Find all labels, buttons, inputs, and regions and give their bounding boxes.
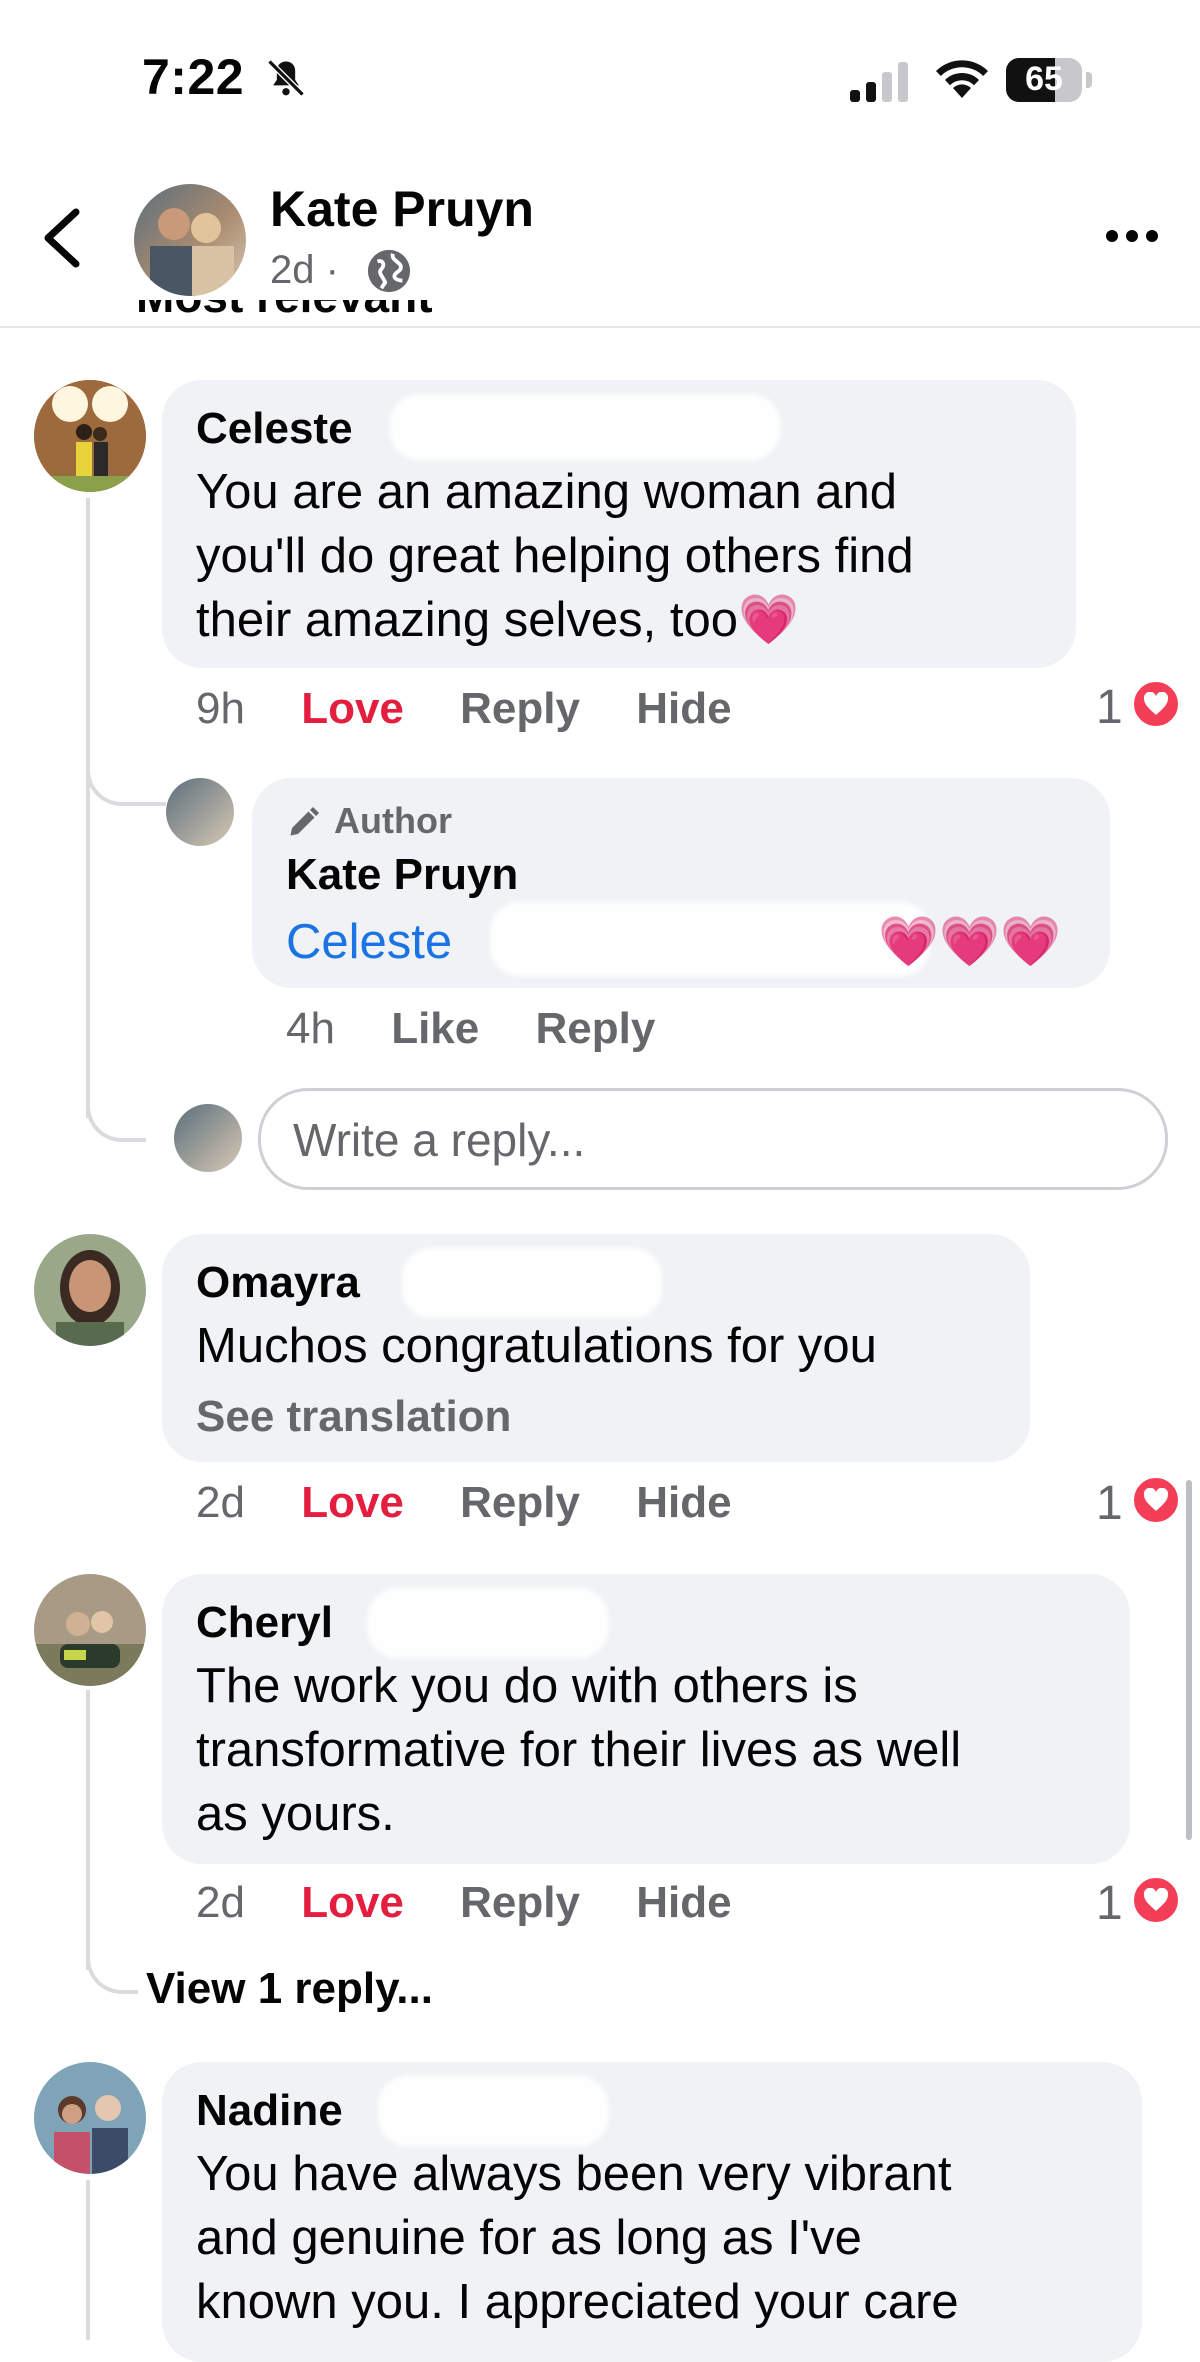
- comment-line: their amazing selves, too💗: [196, 593, 800, 647]
- reply-button[interactable]: Reply: [535, 1004, 655, 1053]
- reply-author-name[interactable]: Kate Pruyn: [286, 850, 518, 900]
- comment-line: You are an amazing woman and: [196, 465, 898, 519]
- commenter-avatar[interactable]: [34, 380, 146, 492]
- avatar-photo: [150, 208, 234, 296]
- love-button[interactable]: Love: [301, 1478, 404, 1527]
- commenter-avatar[interactable]: [34, 1574, 146, 1686]
- comment-actions: 2d Love Reply Hide: [196, 1878, 732, 1928]
- commenter-name[interactable]: Omayra: [196, 1258, 360, 1308]
- write-reply-placeholder: Write a reply...: [293, 1114, 586, 1166]
- heart-reaction-icon[interactable]: [1130, 678, 1182, 730]
- commenter-name[interactable]: Nadine: [196, 2086, 343, 2136]
- like-button[interactable]: Like: [391, 1004, 479, 1053]
- pencil-icon: [290, 807, 319, 836]
- heart-reaction-icon[interactable]: [1130, 1874, 1182, 1926]
- comment-text: You are an amazing woman and you'll do g…: [196, 460, 1066, 652]
- comment-line: Muchos congratulations for you: [196, 1319, 877, 1373]
- view-replies-link[interactable]: View 1 reply...: [146, 1964, 433, 2014]
- mention-link[interactable]: Celeste: [286, 910, 452, 974]
- hide-button[interactable]: Hide: [636, 684, 731, 733]
- avatar-photo: [34, 380, 146, 492]
- reply-actions: 4h Like Reply: [286, 1004, 655, 1054]
- post-author-name[interactable]: Kate Pruyn: [270, 180, 534, 238]
- comment-time: 9h: [196, 684, 245, 733]
- commenter-avatar[interactable]: [34, 2062, 146, 2174]
- reply-time: 4h: [286, 1004, 335, 1053]
- love-button[interactable]: Love: [301, 684, 404, 733]
- avatar-photo: [34, 2062, 146, 2174]
- separator: ·: [325, 248, 339, 292]
- commenter-name[interactable]: Cheryl: [196, 1598, 333, 1648]
- hide-button[interactable]: Hide: [636, 1478, 731, 1527]
- thread-line: [86, 2180, 90, 2340]
- comment-text: You have always been very vibrant and ge…: [196, 2142, 1126, 2334]
- more-icon[interactable]: [1104, 226, 1160, 246]
- write-reply-input[interactable]: Write a reply...: [258, 1088, 1168, 1190]
- redacted-area: [402, 1248, 662, 1318]
- wifi-icon: [936, 60, 988, 98]
- reaction-count[interactable]: 1: [1096, 1876, 1123, 1931]
- heart-reaction-icon[interactable]: [1130, 1474, 1182, 1526]
- reply-button[interactable]: Reply: [460, 1478, 580, 1527]
- comment-time: 2d: [196, 1878, 245, 1927]
- reaction-count[interactable]: 1: [1096, 680, 1123, 735]
- scrollbar[interactable]: [1186, 1480, 1192, 1840]
- thread-line: [86, 498, 90, 1118]
- thread-curve: [86, 1950, 138, 1994]
- love-button[interactable]: Love: [301, 1878, 404, 1927]
- reply-text: 💗💗💗: [878, 915, 1062, 969]
- reply-button[interactable]: Reply: [460, 1878, 580, 1927]
- comment-text: Muchos congratulations for you: [196, 1314, 877, 1378]
- comment-line: as yours.: [196, 1787, 395, 1841]
- comment-bubble[interactable]: Cheryl The work you do with others is tr…: [162, 1574, 1130, 1864]
- status-time: 7:22: [142, 49, 245, 105]
- commenter-name[interactable]: Celeste: [196, 404, 353, 454]
- thread-curve: [86, 1100, 146, 1142]
- author-badge: Author: [334, 800, 452, 841]
- author-avatar[interactable]: [134, 184, 246, 296]
- comment-bubble[interactable]: Nadine You have always been very vibrant…: [162, 2062, 1142, 2362]
- post-age-text: 2d: [270, 248, 315, 292]
- reply-bubble[interactable]: Author Kate Pruyn Celeste 💗💗💗: [252, 778, 1110, 988]
- comment-line: transformative for their lives as well: [196, 1723, 962, 1777]
- battery-level: 65: [1025, 60, 1063, 98]
- comment-time: 2d: [196, 1478, 245, 1527]
- redacted-area: [490, 902, 930, 976]
- post-age[interactable]: 2d ·: [270, 248, 339, 293]
- my-avatar: [174, 1104, 242, 1172]
- comment-line: you'll do great helping others find: [196, 529, 914, 583]
- comment-actions: 2d Love Reply Hide: [196, 1478, 732, 1528]
- comment-line: You have always been very vibrant: [196, 2147, 952, 2201]
- redacted-area: [368, 1588, 608, 1658]
- see-translation-link[interactable]: See translation: [196, 1392, 511, 1442]
- thread-curve: [86, 760, 166, 806]
- reply-button[interactable]: Reply: [460, 684, 580, 733]
- comment-line: The work you do with others is: [196, 1659, 858, 1713]
- commenter-avatar[interactable]: [34, 1234, 146, 1346]
- sort-label[interactable]: Most relevant: [136, 300, 433, 340]
- battery-icon: 65: [1006, 58, 1092, 102]
- bell-slash-icon: [267, 59, 305, 97]
- reply-avatar[interactable]: [166, 778, 234, 846]
- avatar-photo: [34, 1234, 146, 1346]
- avatar-photo: [34, 1574, 146, 1686]
- redacted-area: [378, 2076, 608, 2146]
- comment-line: and genuine for as long as I've: [196, 2211, 862, 2265]
- hide-button[interactable]: Hide: [636, 1878, 731, 1927]
- comment-line: known you. I appreciated your care: [196, 2275, 959, 2329]
- comment-bubble[interactable]: Celeste You are an amazing woman and you…: [162, 380, 1076, 668]
- comment-actions: 9h Love Reply Hide: [196, 684, 732, 734]
- back-chevron-icon[interactable]: [40, 208, 84, 268]
- thread-line: [86, 1690, 90, 1970]
- reaction-count[interactable]: 1: [1096, 1476, 1123, 1531]
- cellular-signal-icon: [850, 62, 908, 102]
- redacted-area: [390, 394, 780, 460]
- comment-bubble[interactable]: Omayra Muchos congratulations for you Se…: [162, 1234, 1030, 1462]
- comment-text: The work you do with others is transform…: [196, 1654, 1116, 1846]
- globe-icon: [367, 249, 411, 293]
